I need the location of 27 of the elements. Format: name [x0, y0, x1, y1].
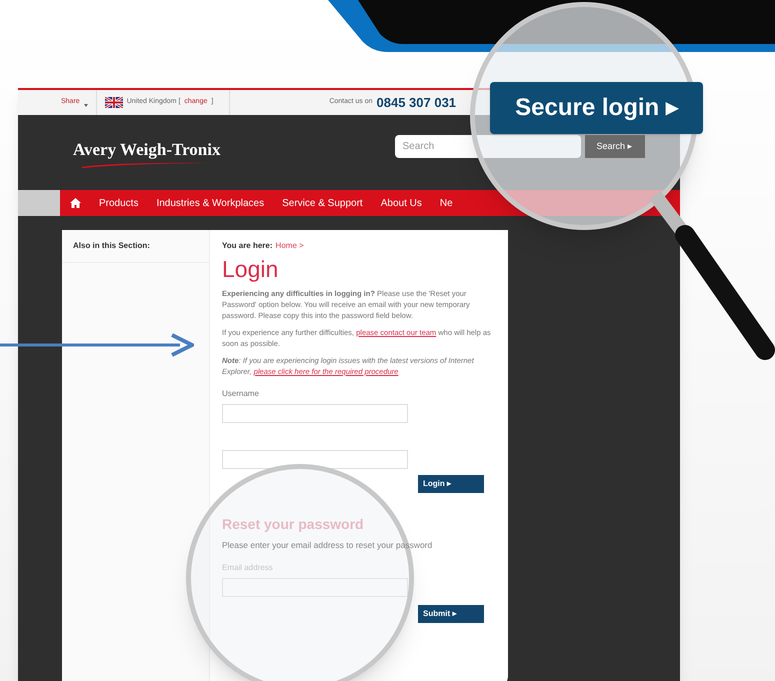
logo-text: Avery Weigh-Tronix — [73, 138, 220, 161]
email-field[interactable] — [222, 578, 408, 597]
password-field[interactable] — [222, 450, 408, 469]
magnifier-handle-icon — [650, 190, 775, 360]
reset-instructions: Please enter your email address to reset your password — [222, 539, 434, 552]
nav-item[interactable]: Products — [99, 196, 138, 210]
submit-button[interactable]: Submit ▸ — [418, 604, 484, 623]
username-field[interactable] — [222, 404, 408, 423]
breadcrumb-label: You are here: — [222, 240, 273, 252]
secure-login-button[interactable]: Secure login ▸ — [490, 82, 703, 134]
username-label: Username — [222, 388, 260, 400]
flag-icon — [104, 97, 123, 108]
caret-icon — [84, 104, 88, 107]
sidebar-title: Also in this Section: — [62, 230, 209, 263]
reset-title: Reset your password — [222, 515, 365, 534]
home-icon[interactable] — [70, 198, 81, 208]
page-title: Login — [222, 255, 280, 284]
nav-item[interactable]: About Us — [380, 196, 422, 210]
home-link[interactable]: Home > — [276, 240, 304, 252]
nav-item[interactable]: Service & Support — [282, 196, 363, 210]
arrow-icon — [0, 333, 194, 357]
nav-side-panel — [18, 190, 60, 216]
nav-item[interactable]: Ne — [440, 196, 453, 210]
search-button[interactable]: Search ▸ — [584, 135, 645, 158]
nav-item[interactable]: Industries & Workplaces — [156, 196, 264, 210]
login-button[interactable]: Login ▸ — [418, 475, 484, 493]
phone-number: 0845 307 031 — [376, 94, 456, 112]
